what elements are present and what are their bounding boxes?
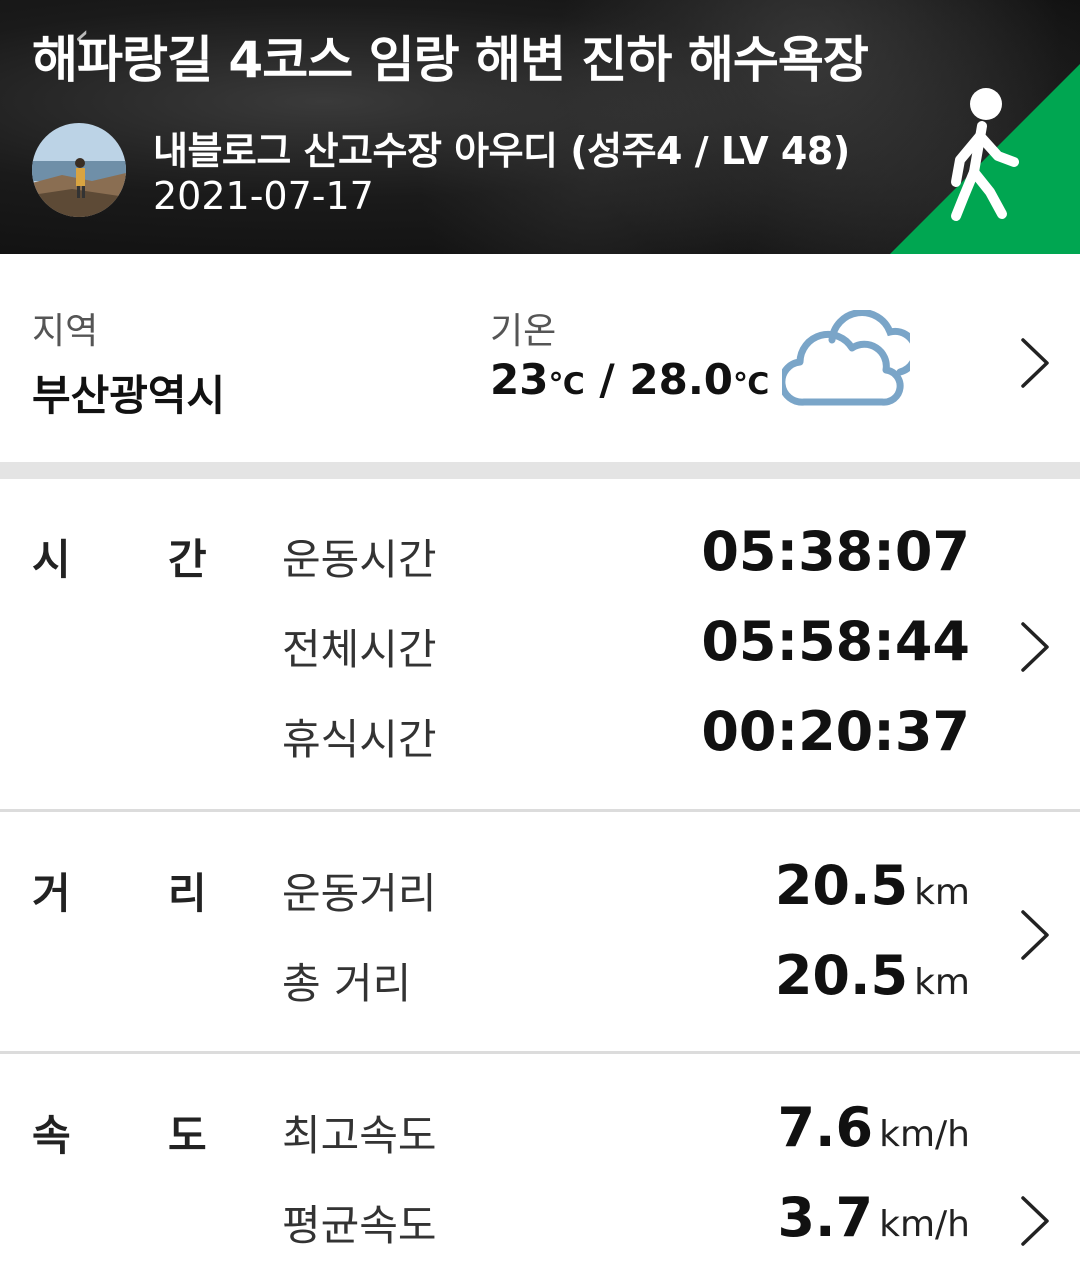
activity-date: 2021-07-17 bbox=[153, 174, 374, 218]
max-speed-value: 7.6 km/h bbox=[777, 1096, 970, 1159]
speed-category-char-2: 도 bbox=[168, 1111, 207, 1160]
temperature-value: 23℃ / 28.0℃ bbox=[490, 355, 769, 404]
max-speed-number: 7.6 bbox=[777, 1096, 874, 1159]
chevron-right-icon[interactable] bbox=[1018, 336, 1052, 390]
walking-person-icon bbox=[890, 64, 1080, 254]
total-distance-unit: km bbox=[914, 962, 970, 1003]
total-time-label: 전체시간 bbox=[282, 625, 437, 674]
max-speed-unit: km/h bbox=[879, 1114, 970, 1155]
avatar[interactable] bbox=[32, 123, 126, 217]
temperature-high: 28.0 bbox=[629, 355, 734, 404]
time-chevron-right-icon[interactable] bbox=[1018, 620, 1052, 674]
avg-speed-value: 3.7 km/h bbox=[777, 1186, 970, 1249]
distance-chevron-right-icon[interactable] bbox=[1018, 908, 1052, 962]
divider-distance bbox=[0, 1051, 1080, 1054]
avg-speed-unit: km/h bbox=[879, 1204, 970, 1245]
cloud-icon bbox=[782, 310, 910, 406]
rest-time-value: 00:20:37 bbox=[701, 700, 970, 763]
speed-category-char-1: 속 bbox=[32, 1111, 71, 1160]
region-label: 지역 bbox=[32, 311, 99, 352]
total-distance-label: 총 거리 bbox=[282, 959, 412, 1008]
max-speed-label: 최고속도 bbox=[282, 1111, 437, 1160]
exercise-distance-label: 운동거리 bbox=[282, 869, 437, 918]
speed-chevron-right-icon[interactable] bbox=[1018, 1194, 1052, 1248]
temperature-separator: / bbox=[584, 355, 630, 404]
temperature-label: 기온 bbox=[490, 311, 557, 352]
total-distance-value: 20.5 km bbox=[775, 944, 970, 1007]
activity-header: ‹ 해파랑길 4코스 임랑 해변 진하 해수욕장 내블로그 산고수장 아우디 (… bbox=[0, 0, 1080, 254]
section-divider bbox=[0, 462, 1080, 479]
time-category-char-1: 시 bbox=[32, 535, 71, 584]
exercise-distance-value: 20.5 km bbox=[775, 854, 970, 917]
exercise-time-value: 05:38:07 bbox=[701, 520, 970, 583]
total-distance-number: 20.5 bbox=[774, 944, 909, 1007]
region-value: 부산광역시 bbox=[32, 371, 226, 420]
author-name[interactable]: 내블로그 산고수장 아우디 (성주4 / LV 48) bbox=[153, 120, 850, 175]
exercise-distance-unit: km bbox=[914, 872, 970, 913]
temperature-unit-high: ℃ bbox=[733, 367, 770, 402]
distance-category-char-2: 리 bbox=[168, 869, 207, 918]
time-category-char-2: 간 bbox=[168, 535, 207, 584]
total-time-value: 05:58:44 bbox=[701, 610, 970, 673]
activity-title: 해파랑길 4코스 임랑 해변 진하 해수욕장 bbox=[32, 31, 869, 89]
temperature-unit-low: ℃ bbox=[548, 367, 585, 402]
avg-speed-number: 3.7 bbox=[777, 1186, 874, 1249]
divider-time bbox=[0, 809, 1080, 812]
distance-category-char-1: 거 bbox=[32, 869, 71, 918]
exercise-time-label: 운동시간 bbox=[282, 535, 437, 584]
rest-time-label: 휴식시간 bbox=[282, 715, 437, 764]
temperature-low: 23 bbox=[490, 355, 549, 404]
avg-speed-label: 평균속도 bbox=[282, 1201, 437, 1250]
exercise-distance-number: 20.5 bbox=[774, 854, 909, 917]
